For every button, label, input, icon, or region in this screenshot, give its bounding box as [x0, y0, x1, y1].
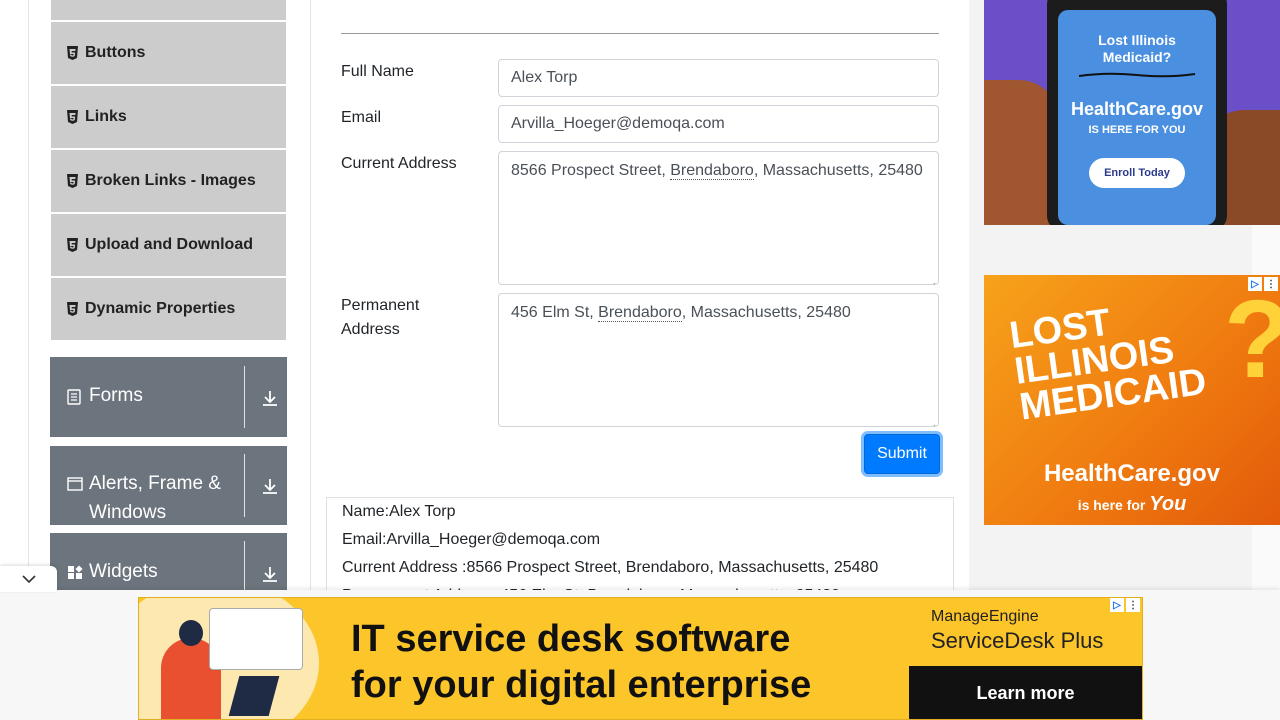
current-address-city: Brendaboro [670, 162, 754, 180]
ad-question-mark: ? [1224, 285, 1280, 395]
ad-menu-icon[interactable]: ⋮ [1126, 598, 1140, 612]
ad-manageengine[interactable]: IT service desk software for your digita… [138, 597, 1143, 720]
current-address-textarea[interactable]: 8566 Prospect Street, Brendaboro, Massac… [498, 151, 939, 285]
email-label: Email [341, 109, 382, 126]
html5-icon [66, 46, 79, 60]
sidebar-item-dynamic-properties[interactable]: Dynamic Properties [51, 278, 286, 340]
sidebar-group-label: Forms [89, 385, 143, 406]
sidebar-item-links[interactable]: Links [51, 86, 286, 148]
permanent-address-textarea[interactable]: 456 Elm St, Brendaboro, Massachusetts, 2… [498, 293, 939, 427]
resize-grip-icon[interactable] [928, 416, 936, 426]
divider [244, 541, 245, 593]
sidebar-item-label: Broken Links - Images [85, 172, 256, 189]
permanent-address-city: Brendaboro [598, 304, 682, 322]
sidebar-group-label: Alerts, Frame & [89, 473, 221, 494]
download-icon[interactable] [261, 389, 279, 407]
current-address-text-end: , Massachusetts, 25480 [753, 162, 923, 179]
chevron-down-icon [21, 575, 36, 584]
divider [244, 454, 245, 517]
widgets-icon [67, 565, 83, 581]
ad-illustration-head [179, 620, 203, 646]
ad-tagline: IS HERE FOR YOU [1088, 124, 1186, 136]
download-icon[interactable] [261, 565, 279, 583]
permanent-address-text-end: , Massachusetts, 25480 [681, 304, 851, 321]
form-divider [341, 33, 939, 34]
html5-icon [66, 302, 79, 316]
sidebar-group-alerts[interactable]: Alerts, Frame & Windows [50, 446, 287, 525]
adchoices-icon[interactable]: ▷ [1110, 598, 1124, 612]
sidebar-group-forms[interactable]: Forms [50, 357, 287, 437]
ad-learn-more-button[interactable]: Learn more [909, 666, 1142, 719]
ad-illustration-panel [209, 608, 303, 670]
sidebar-item-label: Upload and Download [85, 236, 253, 253]
output-name: Name:Alex Torp [342, 503, 456, 520]
output-current-address: Current Address :8566 Prospect Street, B… [342, 559, 879, 576]
main-border [310, 0, 311, 600]
email-input[interactable] [498, 105, 939, 143]
sidebar-item-label: Dynamic Properties [85, 300, 236, 317]
collapse-ad-button[interactable] [0, 566, 57, 592]
ad-enroll-button[interactable]: Enroll Today [1089, 158, 1185, 188]
window-icon [67, 477, 83, 493]
sidebar-border [28, 0, 29, 600]
permanent-address-label: Permanent [341, 297, 420, 314]
sidebar-group-label-line2: Windows [89, 502, 167, 523]
document-icon [67, 389, 83, 405]
ad-headline: LOST ILLINOIS MEDICAID [1007, 292, 1209, 429]
ad-brand: HealthCare.gov [1070, 99, 1204, 119]
ad-headline: Lost Illinois [1098, 32, 1176, 48]
html5-icon [66, 174, 79, 188]
html5-icon [66, 110, 79, 124]
ad-brand: ManageEngine [931, 608, 1039, 625]
ad-tagline: is here for You [984, 493, 1280, 516]
submit-button[interactable]: Submit [864, 434, 940, 474]
ad-headline-2: Medicaid? [1102, 49, 1172, 65]
permanent-address-text-start: 456 Elm St, [511, 304, 599, 321]
ad-tagline-emphasis: You [1149, 493, 1187, 515]
ad-brand: HealthCare.gov [1043, 460, 1221, 487]
sidebar-item-label: Links [85, 108, 127, 125]
download-icon[interactable] [261, 477, 279, 495]
current-address-text-start: 8566 Prospect Street, [511, 162, 671, 179]
ad-phone-screen: Lost Illinois Medicaid? HealthCare.gov I… [1058, 10, 1216, 225]
permanent-address-label-line2: Address [341, 321, 400, 338]
html5-icon [66, 238, 79, 252]
ad-headline-2: for your digital enterprise [351, 664, 812, 706]
ad-tagline-text: is here for [1077, 497, 1150, 513]
sidebar-group-widgets[interactable]: Widgets [50, 533, 287, 593]
sidebar-item-upload-download[interactable]: Upload and Download [51, 214, 286, 276]
output-email: Email:Arvilla_Hoeger@demoqa.com [342, 531, 601, 548]
resize-grip-icon[interactable] [928, 274, 936, 284]
sidebar-item-label: Buttons [85, 44, 146, 61]
current-address-label: Current Address [341, 155, 457, 172]
divider [244, 366, 245, 428]
ad-product: ServiceDesk Plus [931, 628, 1104, 653]
sidebar-item-buttons[interactable]: Buttons [51, 22, 286, 84]
sidebar-item-top-partial [51, 0, 286, 20]
ad-headline: IT service desk software [351, 618, 791, 660]
ad-healthcare-phone[interactable]: Lost Illinois Medicaid? HealthCare.gov I… [984, 0, 1280, 225]
ad-healthcare-banner[interactable]: ▷ ⋮ LOST ILLINOIS MEDICAID ? HealthCare.… [984, 275, 1280, 525]
full-name-input[interactable] [498, 59, 939, 97]
sidebar-item-broken-links[interactable]: Broken Links - Images [51, 150, 286, 212]
squiggle-icon [1078, 72, 1196, 78]
sidebar-group-label: Widgets [89, 561, 158, 582]
full-name-label: Full Name [341, 63, 414, 80]
